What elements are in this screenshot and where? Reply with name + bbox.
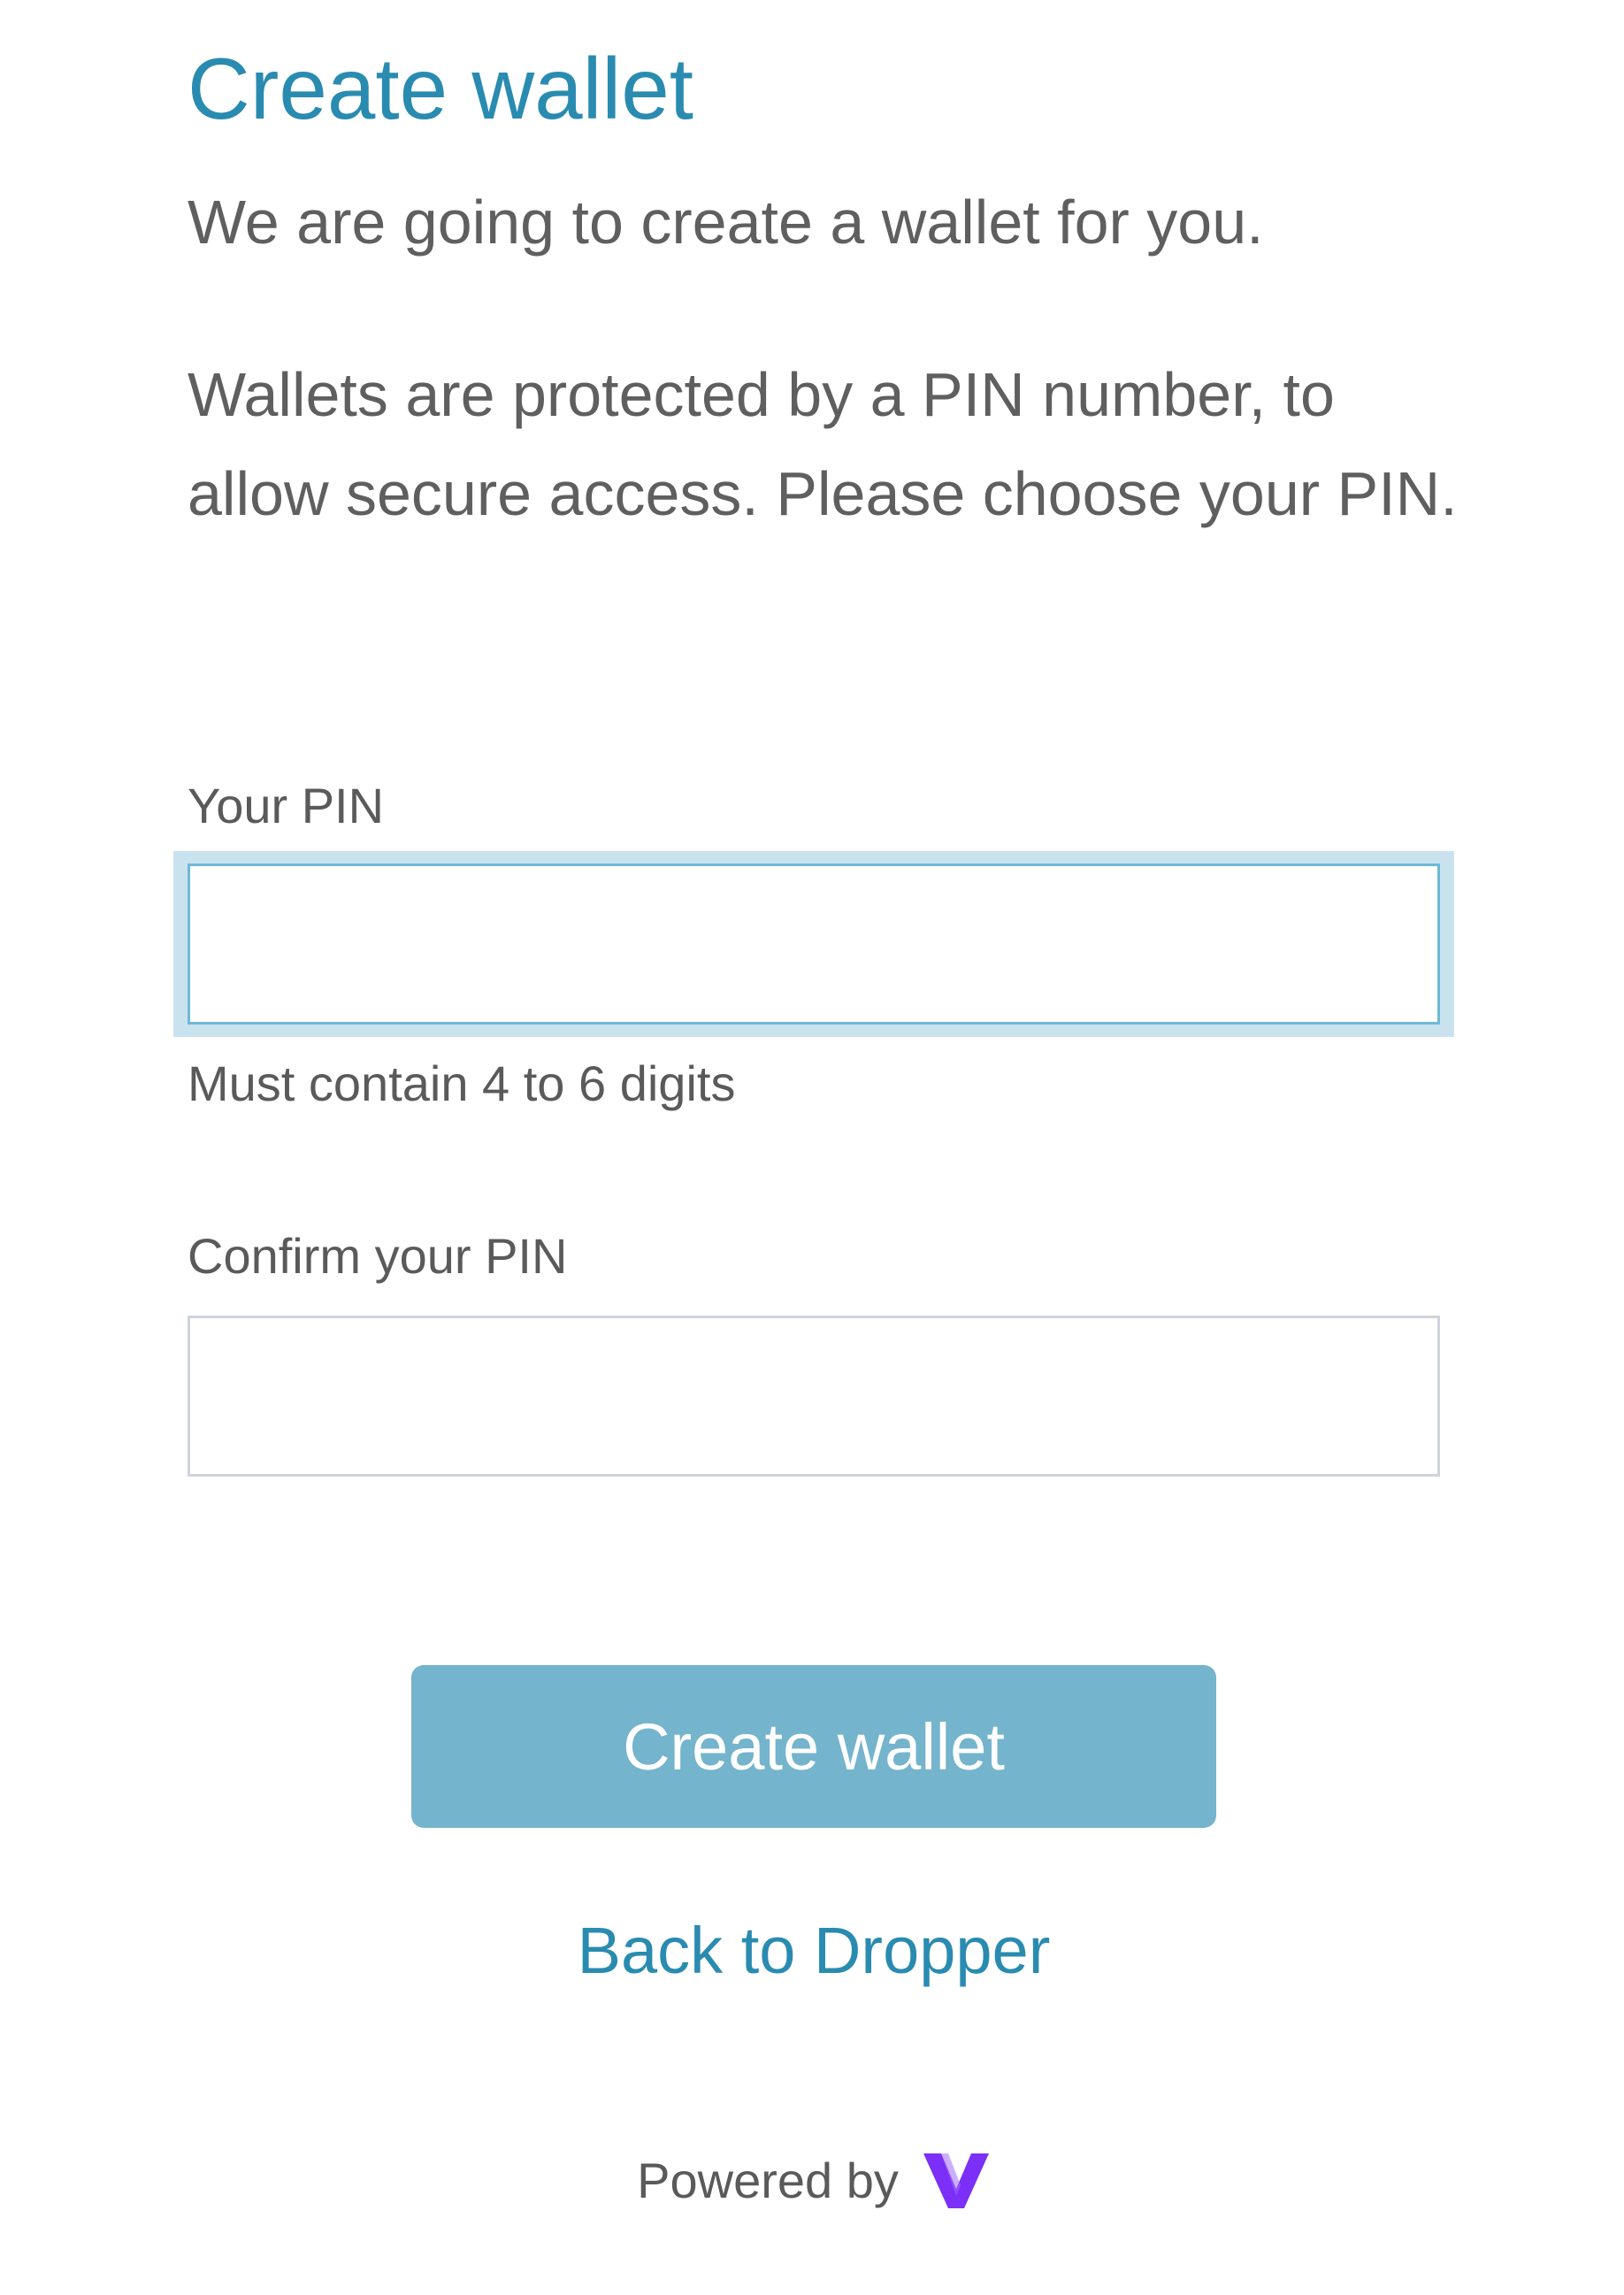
create-wallet-button[interactable]: Create wallet bbox=[411, 1665, 1216, 1828]
pin-hint: Must contain 4 to 6 digits bbox=[188, 1055, 736, 1111]
powered-by: Powered by bbox=[188, 2150, 1440, 2212]
confirm-pin-input[interactable] bbox=[188, 1316, 1440, 1477]
page-title: Create wallet bbox=[188, 40, 693, 137]
powered-by-text: Powered by bbox=[637, 2153, 899, 2208]
pin-label: Your PIN bbox=[188, 778, 385, 833]
intro-text: We are going to create a wallet for you. bbox=[188, 188, 1264, 257]
v-logo-icon bbox=[922, 2150, 991, 2212]
pin-info-text: Wallets are protected by a PIN number, t… bbox=[188, 360, 1458, 528]
back-to-dropper-link[interactable]: Back to Dropper bbox=[188, 1907, 1440, 1995]
pin-input[interactable] bbox=[188, 864, 1440, 1025]
confirm-pin-label: Confirm your PIN bbox=[188, 1228, 568, 1284]
